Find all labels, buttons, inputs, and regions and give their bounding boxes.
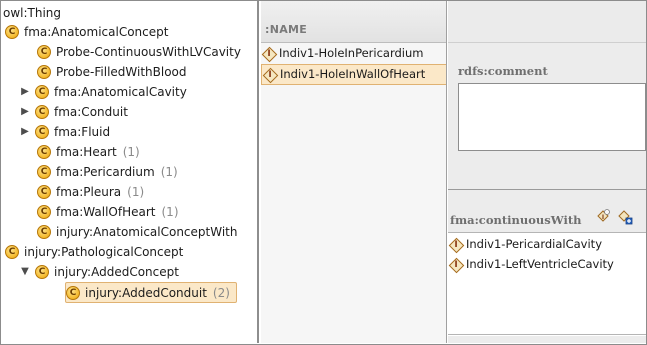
tree-item-anatomical-concept[interactable]: C fma:AnatomicalConcept [5,22,168,42]
name-column-header[interactable]: :NAME [261,1,446,43]
tree-item-added-conduit[interactable]: C injury:AddedConduit (2) [65,282,237,303]
tree-item-probe-filled[interactable]: C Probe-FilledWithBlood [37,62,187,82]
tree-item-label: fma:AnatomicalConcept [24,25,169,39]
tree-item-label: injury:AddedConduit [85,285,207,300]
class-tree-panel: owl:Thing C fma:AnatomicalConcept C Prob… [1,1,259,343]
instance-icon: I [263,48,275,60]
instance-row[interactable]: I Indiv1-HoleInPericardium [261,44,446,63]
continuous-with-item[interactable]: I Indiv1-LeftVentricleCavity [450,255,614,274]
class-icon: C [5,245,19,259]
svg-text:I: I [602,214,604,221]
class-icon: C [37,205,51,219]
tree-item-label: fma:Conduit [54,105,128,119]
rdfs-comment-textarea[interactable] [458,83,646,151]
class-icon: C [35,105,49,119]
tree-item-label: Probe-FilledWithBlood [56,65,187,79]
class-icon: C [37,165,51,179]
property-form-panel: rdfs:comment fma:continuousWith I I Indi… [448,1,646,343]
tree-item-label: fma:Fluid [54,125,111,139]
add-instance-icon[interactable]: I [595,209,611,225]
tree-item-label: fma:Pericardium [56,165,155,179]
class-icon: C [37,45,51,59]
rdfs-comment-label: rdfs:comment [458,64,548,78]
tree-item-label: Probe-ContinuousWithLVCavity [56,45,241,59]
tree-item-anatomical-concept-with[interactable]: C injury:AnatomicalConceptWith [37,222,237,242]
tree-item-heart[interactable]: C fma:Heart (1) [37,142,140,162]
tree-item-label: fma:Heart [56,145,117,159]
class-icon: C [35,85,49,99]
class-icon: C [66,285,80,300]
tree-item-label: injury:AnatomicalConceptWith [56,225,238,239]
class-icon: C [35,265,49,279]
column-header-label: :NAME [265,23,308,36]
instance-label: Indiv1-HoleInWallOfHeart [280,67,426,81]
class-icon: C [37,145,51,159]
tree-item-added-concept[interactable]: ▼ C injury:AddedConcept [19,262,179,282]
instances-panel: :NAME I Indiv1-HoleInPericardium I Indiv… [261,1,447,343]
class-icon: C [37,65,51,79]
instance-count: (1) [122,145,140,159]
tree-item-conduit[interactable]: ▶ C fma:Conduit [19,102,128,122]
instance-row-selected[interactable]: I Indiv1-HoleInWallOfHeart [261,64,446,85]
tree-item-pericardium[interactable]: C fma:Pericardium (1) [37,162,178,182]
class-icon: C [37,225,51,239]
continuous-with-list[interactable]: I Indiv1-PericardialCavity I Indiv1-Left… [448,232,646,336]
collapse-arrow-icon[interactable]: ▼ [19,262,31,282]
continuous-with-item[interactable]: I Indiv1-PericardialCavity [450,235,602,254]
instance-count: (1) [160,165,178,179]
tree-item-pleura[interactable]: C fma:Pleura (1) [37,182,144,202]
tree-item-wall-of-heart[interactable]: C fma:WallOfHeart (1) [37,202,179,222]
expand-arrow-icon[interactable]: ▶ [19,82,31,102]
instance-label: Indiv1-HoleInPericardium [279,46,424,60]
tree-item-anatomical-cavity[interactable]: ▶ C fma:AnatomicalCavity [19,82,187,102]
tree-item-fluid[interactable]: ▶ C fma:Fluid [19,122,110,142]
continuous-with-label: fma:continuousWith [450,213,582,227]
continuous-with-label-text: Indiv1-LeftVentricleCavity [466,257,614,271]
tree-item-label: fma:Pleura [56,185,122,199]
instance-icon: I [450,239,462,251]
tree-item-label: fma:AnatomicalCavity [54,85,187,99]
tree-item-label: owl:Thing [3,6,62,20]
tree-item-pathological-concept[interactable]: C injury:PathologicalConcept [5,242,183,262]
tree-root-owl-thing[interactable]: owl:Thing [3,3,61,23]
tree-item-label: injury:PathologicalConcept [24,245,184,259]
class-icon: C [5,25,19,39]
instance-icon: I [450,259,462,271]
instance-count: (1) [127,185,145,199]
tree-item-label: injury:AddedConcept [54,265,179,279]
instance-count: (1) [161,205,179,219]
form-header-strip [448,1,646,43]
tree-item-probe-continuous[interactable]: C Probe-ContinuousWithLVCavity [37,42,241,62]
form-divider [448,189,646,190]
instance-icon: I [264,69,276,81]
create-instance-icon[interactable] [617,209,633,225]
class-icon: C [35,125,49,139]
class-icon: C [37,185,51,199]
form-bottom-divider [448,334,646,335]
instance-count: (2) [212,285,230,300]
tree-item-label: fma:WallOfHeart [56,205,156,219]
continuous-with-label-text: Indiv1-PericardialCavity [466,237,602,251]
expand-arrow-icon[interactable]: ▶ [19,102,31,122]
expand-arrow-icon[interactable]: ▶ [19,122,31,142]
